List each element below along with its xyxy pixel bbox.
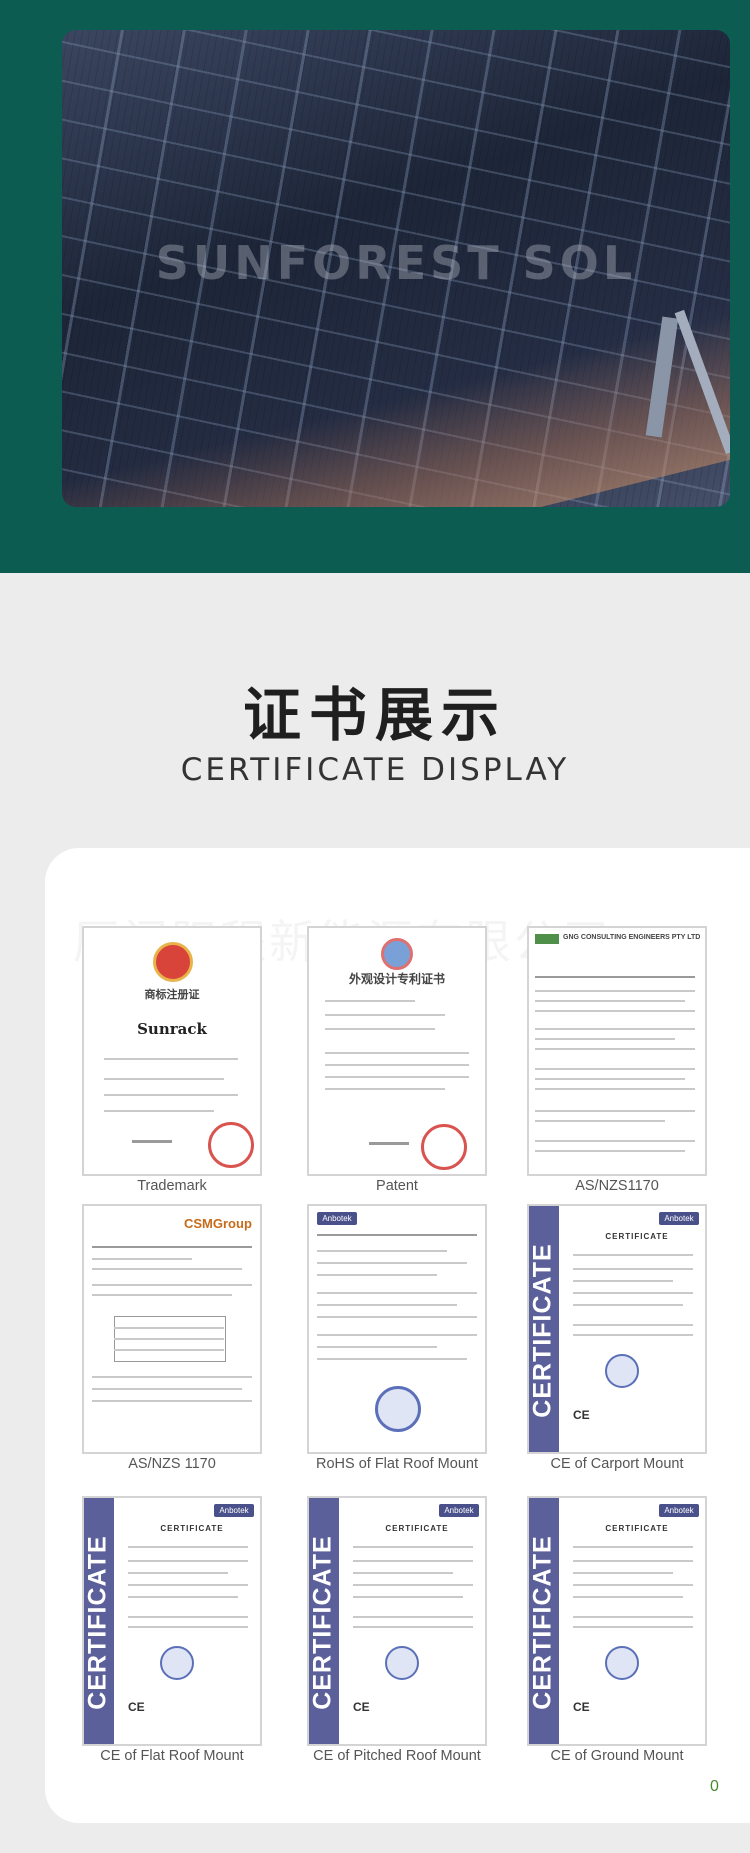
certificate-image: CSMGroup [82,1204,262,1454]
certificate-rohs[interactable]: Anbotek RoHS of Flat Roof Mount [307,1204,487,1472]
solar-panel-photo: SUNFOREST SOL [62,30,730,507]
red-seal-icon [208,1122,254,1168]
certificate-image: 外观设计专利证书 [307,926,487,1176]
certificate-image: CERTIFICATE Anbotek CERTIFICATE CE [82,1496,262,1746]
brand-watermark: SUNFOREST SOL [155,236,637,290]
certificate-caption: Patent [376,1178,418,1194]
certificate-caption: CE of Flat Roof Mount [100,1748,244,1764]
certificate-trademark[interactable]: 商标注册证 Sunrack Trademark [82,926,262,1194]
certificate-caption: AS/NZS1170 [575,1178,659,1194]
gng-logo-icon [535,934,559,944]
section-title-cn: 证书展示 [242,681,507,749]
certificate-caption: RoHS of Flat Roof Mount [316,1456,478,1472]
certificate-caption: AS/NZS 1170 [128,1456,216,1472]
certification-stamp-icon [605,1354,639,1388]
blue-seal-icon [375,1386,421,1432]
patent-logo-icon [381,938,413,970]
certificate-image: CERTIFICATE Anbotek CERTIFICATE CE [527,1204,707,1454]
certificate-ce-pitched-roof[interactable]: CERTIFICATE Anbotek CERTIFICATE CE CE of… [307,1496,487,1764]
hero-banner: SUNFOREST SOL [0,0,750,573]
certificate-ce-carport[interactable]: CERTIFICATE Anbotek CERTIFICATE CE CE of… [527,1204,707,1472]
certificate-caption: CE of Carport Mount [550,1456,684,1472]
certificate-image: 商标注册证 Sunrack [82,926,262,1176]
certificate-caption: Trademark [137,1178,207,1194]
certification-stamp-icon [385,1646,419,1680]
section-title-en: CERTIFICATE DISPLAY [180,752,570,788]
page-number: 0 [710,1778,719,1795]
certificate-image: GNG CONSULTING ENGINEERS PTY LTD [527,926,707,1176]
certification-stamp-icon [605,1646,639,1680]
certificate-image: Anbotek [307,1204,487,1454]
certificate-ce-ground[interactable]: CERTIFICATE Anbotek CERTIFICATE CE CE of… [527,1496,707,1764]
certificate-asnzs-2[interactable]: CSMGroup AS/NZS 1170 [82,1204,262,1472]
national-emblem-icon [153,942,193,982]
certification-stamp-icon [160,1646,194,1680]
certificate-patent[interactable]: 外观设计专利证书 Patent [307,926,487,1194]
red-seal-icon [421,1124,467,1170]
certificate-caption: CE of Pitched Roof Mount [313,1748,481,1764]
certificate-ce-flat-roof[interactable]: CERTIFICATE Anbotek CERTIFICATE CE CE of… [82,1496,262,1764]
certificate-image: CERTIFICATE Anbotek CERTIFICATE CE [307,1496,487,1746]
ground-overlay [62,304,730,507]
certificate-asnzs-1[interactable]: GNG CONSULTING ENGINEERS PTY LTD AS/NZS1… [527,926,707,1194]
certificate-caption: CE of Ground Mount [550,1748,684,1764]
certificate-image: CERTIFICATE Anbotek CERTIFICATE CE [527,1496,707,1746]
certificate-card: 厦门阳程新能源有限公司 商标注册证 Sunrack Trademark 外观设计… [45,848,750,1823]
